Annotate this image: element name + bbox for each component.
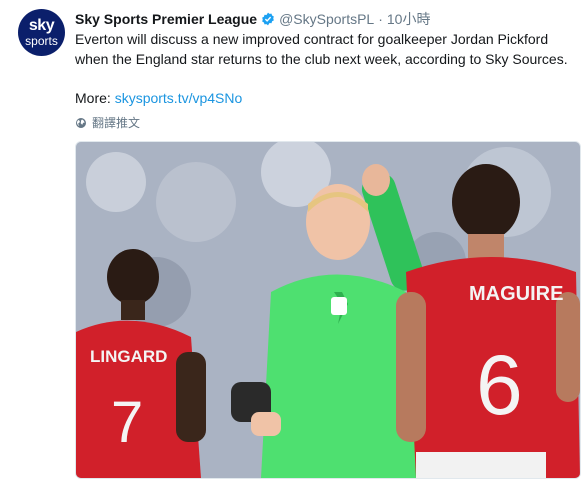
tweet-card[interactable]: sky sports Sky Sports Premier League @Sk… — [0, 0, 583, 482]
jersey-left-name: LINGARD — [90, 347, 167, 366]
tweet-photo[interactable]: LINGARD 7 MAGUIRE 6 — [75, 141, 581, 479]
account-handle[interactable]: @SkySportsPL — [279, 11, 374, 27]
tweet-text: Everton will discuss a new improved cont… — [75, 31, 568, 67]
avatar-logo-line1: sky — [28, 17, 55, 34]
tweet-header: Sky Sports Premier League @SkySportsPL ·… — [75, 9, 430, 29]
account-name[interactable]: Sky Sports Premier League — [75, 11, 257, 27]
more-label: More: — [75, 90, 115, 106]
separator-dot: · — [378, 11, 383, 27]
avatar-logo-line2: sports — [25, 34, 58, 48]
verified-badge-icon — [261, 12, 275, 26]
tweet-more-line: More: skysports.tv/vp4SNo — [75, 88, 242, 108]
translate-tweet-button[interactable]: 翻譯推文 — [75, 114, 140, 131]
translate-label: 翻譯推文 — [92, 116, 141, 130]
tweet-link[interactable]: skysports.tv/vp4SNo — [115, 90, 243, 106]
tweet-timestamp[interactable]: 10小時 — [387, 9, 431, 29]
jersey-left-number: 7 — [111, 390, 143, 455]
jersey-right-number: 6 — [476, 338, 523, 432]
photo-illustration: LINGARD 7 MAGUIRE 6 — [76, 142, 580, 478]
globe-icon — [76, 117, 86, 128]
jersey-right-name: MAGUIRE — [469, 283, 563, 305]
account-avatar[interactable]: sky sports — [18, 9, 65, 56]
